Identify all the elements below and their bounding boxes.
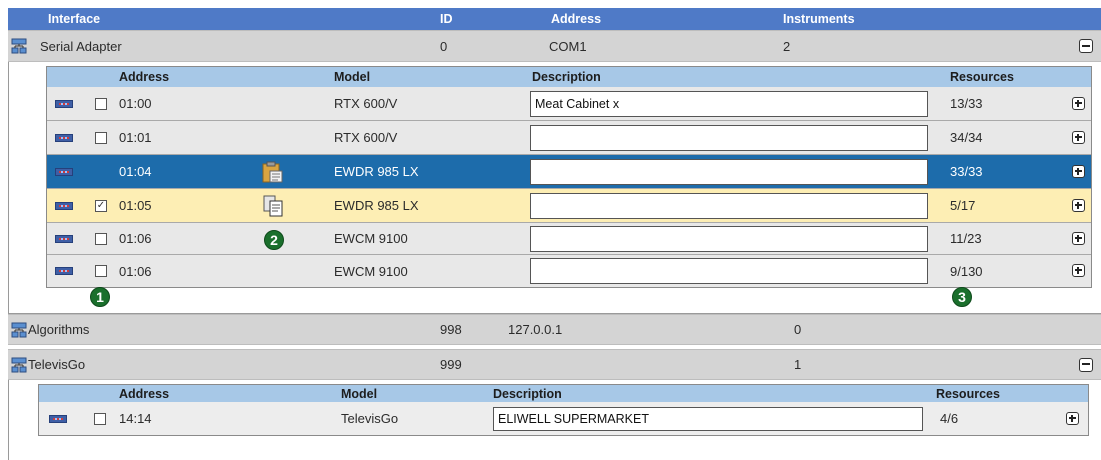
row-address: 14:14 <box>119 411 152 426</box>
interface-name: Algorithms <box>28 322 90 337</box>
row-model: EWCM 9100 <box>334 231 408 246</box>
description-value: ELIWELL SUPERMARKET <box>498 411 649 426</box>
interface-id: 0 <box>440 38 448 54</box>
instrument-row[interactable]: 01:00 RTX 600/V Meat Cabinet x 13/33 <box>47 87 1091 121</box>
interfaces-table-header: Interface ID Address Instruments <box>8 8 1101 30</box>
interface-id: 999 <box>440 357 462 372</box>
row-address: 01:04 <box>119 164 152 179</box>
row-checkbox[interactable] <box>95 232 107 245</box>
callout-1: 1 <box>90 287 110 307</box>
row-model: RTX 600/V <box>334 130 398 145</box>
collapse-minus-icon[interactable] <box>1079 39 1093 53</box>
description-input[interactable] <box>530 258 928 284</box>
row-resources: 33/33 <box>950 164 983 179</box>
row-resources: 5/17 <box>950 198 976 213</box>
col-address: Address <box>119 386 170 401</box>
interface-instruments: 0 <box>794 322 802 337</box>
row-resources: 34/34 <box>950 130 983 145</box>
instrument-device-icon <box>49 414 67 423</box>
interface-id: 998 <box>440 322 462 337</box>
col-description: Description <box>532 70 601 84</box>
callout-3: 3 <box>952 287 972 307</box>
clipboard-paste-icon[interactable] <box>260 160 284 184</box>
row-checkbox-checked[interactable]: ✓ <box>95 199 107 212</box>
interface-instruments: 2 <box>783 38 791 54</box>
network-adapter-icon <box>11 38 27 54</box>
description-value: Meat Cabinet x <box>535 96 620 111</box>
col-resources: Resources <box>936 386 1000 401</box>
col-model: Model <box>334 70 371 84</box>
interface-address: 127.0.0.1 <box>508 322 563 337</box>
instrument-row[interactable]: 01:01 RTX 600/V 34/34 <box>47 121 1091 155</box>
collapse-minus-icon[interactable] <box>1079 357 1093 372</box>
expand-plus-icon[interactable] <box>1072 164 1085 178</box>
expand-plus-icon[interactable] <box>1072 198 1085 212</box>
expand-plus-icon[interactable] <box>1072 96 1085 110</box>
row-checkbox[interactable] <box>95 131 107 144</box>
expand-plus-icon[interactable] <box>1072 231 1085 245</box>
interface-row-serial-adapter[interactable]: Serial Adapter 0 COM1 2 <box>8 30 1101 62</box>
expand-plus-icon[interactable] <box>1072 264 1085 277</box>
col-address: Address <box>551 12 602 26</box>
instrument-row-highlighted[interactable]: ✓ 01:05 EWDR 985 LX 5/17 <box>47 189 1091 223</box>
instrument-row[interactable]: 01:06 EWCM 9100 9/130 <box>47 255 1091 287</box>
col-interface: Interface <box>48 12 101 26</box>
row-resources: 4/6 <box>940 411 959 426</box>
instrument-device-icon <box>55 99 73 108</box>
col-address: Address <box>119 70 170 84</box>
col-id: ID <box>440 12 453 26</box>
expand-plus-icon[interactable] <box>1072 130 1085 144</box>
row-address: 01:00 <box>119 96 152 111</box>
instruments-header: Address Model Description Resources <box>47 67 1091 87</box>
description-input[interactable] <box>530 124 928 151</box>
expand-plus-icon[interactable] <box>1066 411 1079 425</box>
row-model: EWDR 985 LX <box>334 164 419 179</box>
instrument-row-selected[interactable]: 01:04 EWDR 985 LX 33/33 <box>47 155 1091 189</box>
interface-name: Serial Adapter <box>40 38 122 54</box>
row-model: RTX 600/V <box>334 96 398 111</box>
serial-instruments-table: Address Model Description Resources 01:0… <box>46 66 1092 288</box>
instrument-device-icon <box>55 234 73 243</box>
interface-row-televisgo[interactable]: TelevisGo 999 1 <box>8 349 1101 380</box>
row-checkbox[interactable] <box>94 412 106 425</box>
callout-2: 2 <box>264 230 284 250</box>
row-checkbox[interactable] <box>95 97 107 110</box>
interface-address: COM1 <box>549 38 587 54</box>
row-address: 01:05 <box>119 198 152 213</box>
row-model: TelevisGo <box>341 411 399 426</box>
row-resources: 13/33 <box>950 96 983 111</box>
instrument-device-icon <box>55 201 73 210</box>
row-checkbox[interactable] <box>95 265 107 277</box>
row-resources: 9/130 <box>950 263 983 279</box>
row-address: 01:06 <box>119 231 152 246</box>
instrument-device-icon <box>55 133 73 142</box>
televisgo-instruments-table: Address Model Description Resources 14:1… <box>38 384 1089 436</box>
description-input[interactable]: Meat Cabinet x <box>530 90 928 117</box>
row-resources: 11/23 <box>950 231 982 246</box>
instruments-header: Address Model Description Resources <box>39 385 1088 402</box>
interface-row-algorithms[interactable]: Algorithms 998 127.0.0.1 0 <box>8 314 1101 345</box>
description-input[interactable] <box>530 225 928 252</box>
row-address: 01:06 <box>119 263 152 279</box>
row-address: 01:01 <box>119 130 152 145</box>
instrument-device-icon <box>55 267 73 275</box>
interface-name: TelevisGo <box>28 357 86 372</box>
row-model: EWDR 985 LX <box>334 198 419 213</box>
col-instruments: Instruments <box>783 12 855 26</box>
col-description: Description <box>493 386 562 401</box>
col-resources: Resources <box>950 70 1014 84</box>
instrument-row[interactable]: 01:06 EWCM 9100 11/23 <box>47 223 1091 255</box>
description-input[interactable] <box>530 192 928 219</box>
col-model: Model <box>341 386 378 401</box>
instrument-row[interactable]: 14:14 TelevisGo ELIWELL SUPERMARKET 4/6 <box>39 402 1088 435</box>
network-adapter-icon <box>11 322 27 337</box>
description-input[interactable] <box>530 158 928 185</box>
copy-documents-icon[interactable] <box>262 194 284 218</box>
description-input[interactable]: ELIWELL SUPERMARKET <box>493 406 923 431</box>
interface-instruments: 1 <box>794 357 802 372</box>
network-adapter-icon <box>11 357 27 372</box>
instrument-device-icon <box>55 167 73 176</box>
row-model: EWCM 9100 <box>334 263 408 279</box>
